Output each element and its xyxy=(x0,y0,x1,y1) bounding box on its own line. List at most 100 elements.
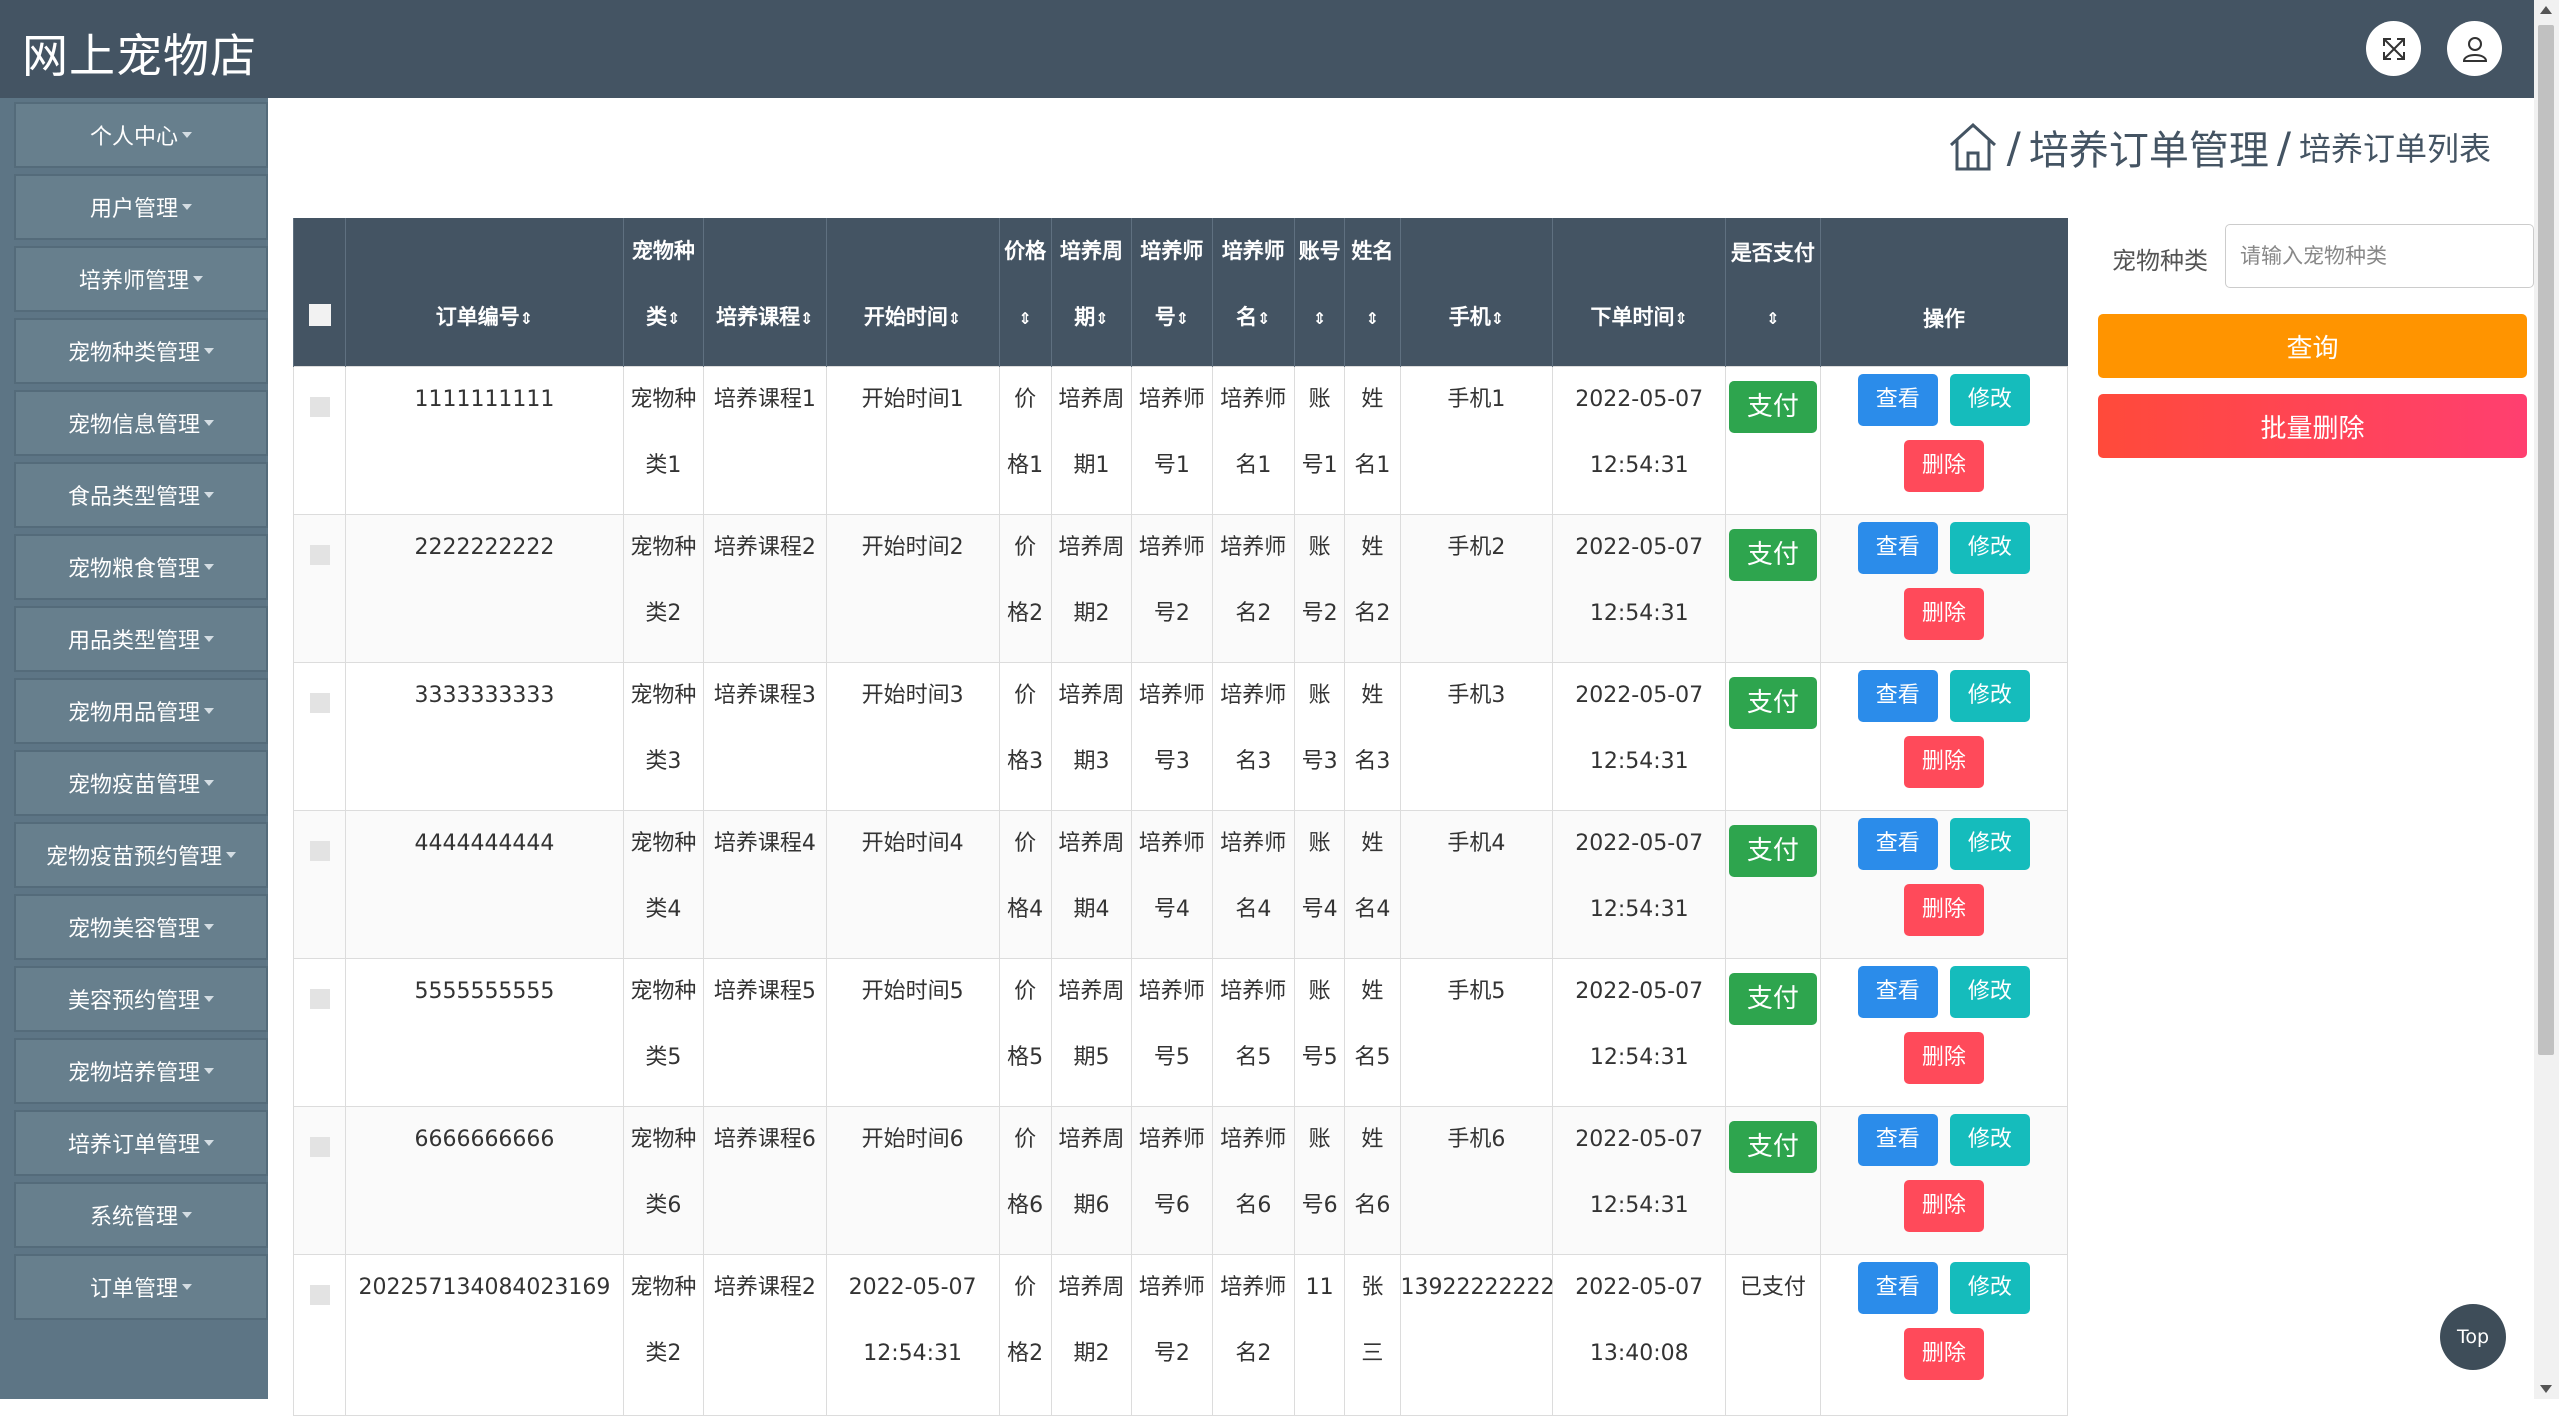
edit-button[interactable]: 修改 xyxy=(1949,818,2030,870)
scroll-thumb[interactable] xyxy=(2538,25,2554,1055)
row-select-cell[interactable] xyxy=(292,1106,347,1255)
header-trainer-no[interactable]: 培养师 号⇕ xyxy=(1131,218,1213,367)
delete-button[interactable]: 删除 xyxy=(1903,736,1984,788)
row-checkbox[interactable] xyxy=(309,397,330,417)
pay-button[interactable]: 支付 xyxy=(1728,529,1817,581)
pay-button[interactable]: 支付 xyxy=(1728,1121,1817,1173)
select-all-checkbox[interactable] xyxy=(308,304,331,326)
delete-button[interactable]: 删除 xyxy=(1903,884,1984,936)
row-select-cell[interactable] xyxy=(292,662,347,811)
sidebar-item[interactable]: 宠物信息管理 xyxy=(14,390,268,456)
sidebar-item[interactable]: 订单管理 xyxy=(14,1254,268,1320)
view-button[interactable]: 查看 xyxy=(1857,670,1938,722)
sidebar-item-label: 用品类型管理 xyxy=(67,629,200,654)
row-select-cell[interactable] xyxy=(292,1254,347,1416)
start-time-cell: 开始时间6 xyxy=(825,1106,1000,1255)
delete-button[interactable]: 删除 xyxy=(1903,1328,1984,1380)
sidebar-item[interactable]: 系统管理 xyxy=(14,1182,268,1248)
sidebar-item[interactable]: 宠物疫苗预约管理 xyxy=(14,822,268,888)
view-button[interactable]: 查看 xyxy=(1857,374,1938,426)
header-account[interactable]: 账号⇕ xyxy=(1294,218,1345,367)
header-paid[interactable]: 是否支付 ⇕ xyxy=(1725,218,1821,367)
order-table: 订单编号⇕ 宠物种 类⇕ 培养课程⇕ 开始时间⇕ 价格⇕ 培养周 期⇕ 培养师 号⇕ … xyxy=(292,218,2069,1416)
row-select-cell[interactable] xyxy=(292,514,347,663)
row-checkbox[interactable] xyxy=(309,989,330,1009)
row-checkbox[interactable] xyxy=(309,1285,330,1305)
sidebar-item[interactable]: 用户管理 xyxy=(14,174,268,240)
sidebar-item[interactable]: 食品类型管理 xyxy=(14,462,268,528)
sidebar-item[interactable]: 宠物粮食管理 xyxy=(14,534,268,600)
pay-button[interactable]: 支付 xyxy=(1728,825,1817,877)
sidebar-item[interactable]: 宠物用品管理 xyxy=(14,678,268,744)
sidebar-item[interactable]: 宠物培养管理 xyxy=(14,1038,268,1104)
delete-button[interactable]: 删除 xyxy=(1903,1032,1984,1084)
delete-button[interactable]: 删除 xyxy=(1903,1180,1984,1232)
sidebar-item[interactable]: 宠物疫苗管理 xyxy=(14,750,268,816)
table-row: 202257134084023169 宠物种 类2 培养课程2 2022-05-07 12… xyxy=(292,1254,2069,1416)
header-start-time[interactable]: 开始时间⇕ xyxy=(825,218,1000,367)
breadcrumb-level1[interactable]: 培养订单管理 xyxy=(2029,118,2269,176)
select-all-cell[interactable] xyxy=(292,218,346,367)
sidebar-item[interactable]: 宠物种类管理 xyxy=(14,318,268,384)
back-to-top-button[interactable]: Top xyxy=(2440,1304,2506,1370)
pay-button[interactable]: 支付 xyxy=(1728,973,1817,1025)
edit-button[interactable]: 修改 xyxy=(1949,670,2030,722)
sidebar-item[interactable]: 美容预约管理 xyxy=(14,966,268,1032)
header-order-time[interactable]: 下单时间⇕ xyxy=(1552,218,1726,367)
pay-cell: 支付 xyxy=(1725,810,1821,959)
edit-button[interactable]: 修改 xyxy=(1949,966,2030,1018)
chevron-down-icon xyxy=(193,276,203,282)
home-icon[interactable] xyxy=(1947,121,1999,173)
header-name[interactable]: 姓名⇕ xyxy=(1344,218,1401,367)
header-course[interactable]: 培养课程⇕ xyxy=(703,218,827,367)
fullscreen-button[interactable] xyxy=(2366,21,2421,76)
sidebar-item[interactable]: 培养师管理 xyxy=(14,246,268,312)
price-cell: 价格2 xyxy=(998,1254,1052,1416)
pet-type-search-input[interactable] xyxy=(2225,224,2534,288)
account-cell: 11 xyxy=(1294,1254,1346,1416)
delete-button[interactable]: 删除 xyxy=(1903,440,1984,492)
query-button[interactable]: 查询 xyxy=(2098,314,2527,378)
pay-button[interactable]: 支付 xyxy=(1728,381,1817,433)
user-button[interactable] xyxy=(2447,21,2502,76)
row-checkbox[interactable] xyxy=(309,841,330,861)
scroll-up-icon[interactable] xyxy=(2540,6,2552,14)
sidebar-item[interactable]: 用品类型管理 xyxy=(14,606,268,672)
edit-button[interactable]: 修改 xyxy=(1949,374,2030,426)
sidebar-item[interactable]: 宠物美容管理 xyxy=(14,894,268,960)
row-select-cell[interactable] xyxy=(292,958,347,1107)
chevron-down-icon xyxy=(204,1068,214,1074)
view-button[interactable]: 查看 xyxy=(1857,818,1938,870)
batch-delete-button[interactable]: 批量删除 xyxy=(2098,394,2527,458)
sidebar-item-label: 宠物信息管理 xyxy=(67,413,200,438)
edit-button[interactable]: 修改 xyxy=(1949,1262,2030,1314)
view-button[interactable]: 查看 xyxy=(1857,522,1938,574)
page-scrollbar[interactable] xyxy=(2534,0,2559,1399)
pay-button[interactable]: 支付 xyxy=(1728,677,1817,729)
sidebar-item[interactable]: 个人中心 xyxy=(14,102,268,168)
header-pet-type[interactable]: 宠物种 类⇕ xyxy=(622,218,704,367)
view-button[interactable]: 查看 xyxy=(1857,1114,1938,1166)
header-trainer-name[interactable]: 培养师 名⇕ xyxy=(1211,218,1295,367)
chevron-down-icon xyxy=(204,996,214,1002)
delete-button[interactable]: 删除 xyxy=(1903,588,1984,640)
view-button[interactable]: 查看 xyxy=(1857,1262,1938,1314)
view-button[interactable]: 查看 xyxy=(1857,966,1938,1018)
header-order-no[interactable]: 订单编号⇕ xyxy=(345,218,624,367)
header-price[interactable]: 价格⇕ xyxy=(998,218,1052,367)
ops-cell: 查看 修改删除 xyxy=(1819,1254,2069,1416)
edit-button[interactable]: 修改 xyxy=(1949,522,2030,574)
scroll-down-icon[interactable] xyxy=(2540,1385,2552,1393)
edit-button[interactable]: 修改 xyxy=(1949,1114,2030,1166)
row-select-cell[interactable] xyxy=(292,810,347,959)
breadcrumb: / 培养订单管理 / 培养订单列表 xyxy=(1947,118,2491,176)
row-select-cell[interactable] xyxy=(292,366,347,515)
row-checkbox[interactable] xyxy=(309,693,330,713)
row-checkbox[interactable] xyxy=(309,545,330,565)
table-row: 5555555555 宠物种 类5 培养课程5 开始时间5 价格5 培养周 期5 培养师 号5 培养… xyxy=(292,958,2069,1107)
start-time-cell: 开始时间5 xyxy=(825,958,1000,1107)
header-phone[interactable]: 手机⇕ xyxy=(1399,218,1553,367)
row-checkbox[interactable] xyxy=(309,1137,330,1157)
header-period[interactable]: 培养周 期⇕ xyxy=(1050,218,1132,367)
sidebar-item[interactable]: 培养订单管理 xyxy=(14,1110,268,1176)
